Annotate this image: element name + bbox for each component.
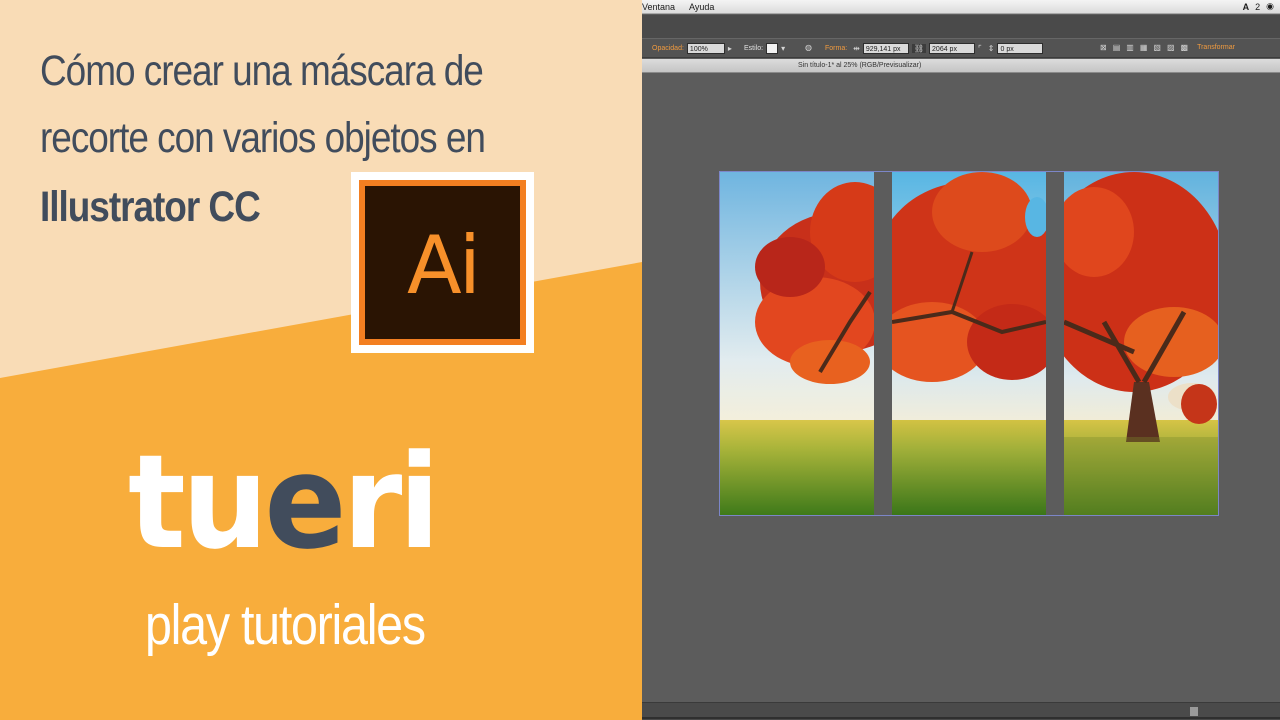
scrollbar-thumb[interactable] xyxy=(1190,707,1198,716)
illustrator-logo-icon: Ai xyxy=(351,172,534,353)
style-dropdown-icon[interactable]: ▾ xyxy=(781,44,785,53)
brand-part-2: e xyxy=(264,426,346,578)
video-title-line-3: Illustrator CC xyxy=(40,183,261,231)
notification-count: 2 xyxy=(1255,1,1261,12)
align-middle-icon[interactable]: ▨ xyxy=(1167,43,1175,52)
illustrator-logo-text: Ai xyxy=(407,218,481,312)
link-proportions-icon[interactable]: ⛓ xyxy=(911,44,927,53)
align-left-icon[interactable]: ▤ xyxy=(1113,43,1121,52)
opacity-label: Opacidad: xyxy=(652,45,684,52)
menu-bar: Ventana Ayuda A 2 ◉ xyxy=(642,0,1280,14)
style-label: Estilo: xyxy=(744,45,764,52)
align-top-icon[interactable]: ▧ xyxy=(1153,43,1161,52)
brand-tagline: play tutoriales xyxy=(145,593,426,657)
opacity-field[interactable]: 100% xyxy=(686,43,725,54)
style-swatch[interactable] xyxy=(766,43,779,54)
align-center-icon[interactable]: ▥ xyxy=(1126,43,1134,52)
video-title-line-2: recorte con varios objetos en xyxy=(40,114,486,162)
eye-icon[interactable]: ◉ xyxy=(1266,1,1274,12)
recolor-icon[interactable]: ◍ xyxy=(805,43,812,52)
brand-part-1: tu xyxy=(128,426,268,578)
align-bottom-icon[interactable]: ▩ xyxy=(1181,43,1189,52)
menu-status-area: A 2 ◉ xyxy=(1243,1,1274,12)
application-frame xyxy=(642,15,1280,38)
corner-radius-field[interactable]: 0 px xyxy=(997,43,1044,54)
control-panel: Opacidad: 100% ▸ Estilo: ▾ ◍ Forma: ⇹ 92… xyxy=(642,38,1280,58)
scrollbar-track xyxy=(642,717,1280,719)
promo-panel: Cómo crear una máscara de recorte con va… xyxy=(0,0,642,720)
brand-logo: tueri xyxy=(128,437,440,567)
stepper-icon[interactable]: ⇕ xyxy=(988,44,995,53)
adobe-icon[interactable]: A xyxy=(1243,2,1250,12)
height-field[interactable]: 2064 px xyxy=(929,43,976,54)
shape-label: Forma: xyxy=(825,45,848,52)
menu-ventana[interactable]: Ventana xyxy=(642,2,681,12)
width-icon: ⇹ xyxy=(853,44,860,53)
align-to-icon[interactable]: ⊠ xyxy=(1100,43,1107,52)
document-title: Sin título-1* al 25% (RGB/Previsualizar) xyxy=(798,62,922,69)
corner-icon[interactable]: ⌜ xyxy=(978,44,982,53)
canvas-area[interactable] xyxy=(642,74,1280,702)
menu-ayuda[interactable]: Ayuda xyxy=(689,2,720,12)
opacity-dropdown-icon[interactable]: ▸ xyxy=(728,44,732,53)
document-tab[interactable]: Sin título-1* al 25% (RGB/Previsualizar) xyxy=(642,59,1280,73)
selection-bounding-box[interactable] xyxy=(719,171,1219,516)
align-right-icon[interactable]: ▦ xyxy=(1140,43,1148,52)
transform-link[interactable]: Transformar xyxy=(1197,44,1235,51)
width-field[interactable]: 929,141 px xyxy=(862,43,909,54)
brand-part-3: ri xyxy=(342,426,440,578)
horizontal-scrollbar[interactable] xyxy=(642,702,1280,720)
illustrator-window: Ventana Ayuda A 2 ◉ Opacidad: 100% ▸ Est… xyxy=(642,0,1280,720)
video-title-line-1: Cómo crear una máscara de xyxy=(40,47,484,95)
